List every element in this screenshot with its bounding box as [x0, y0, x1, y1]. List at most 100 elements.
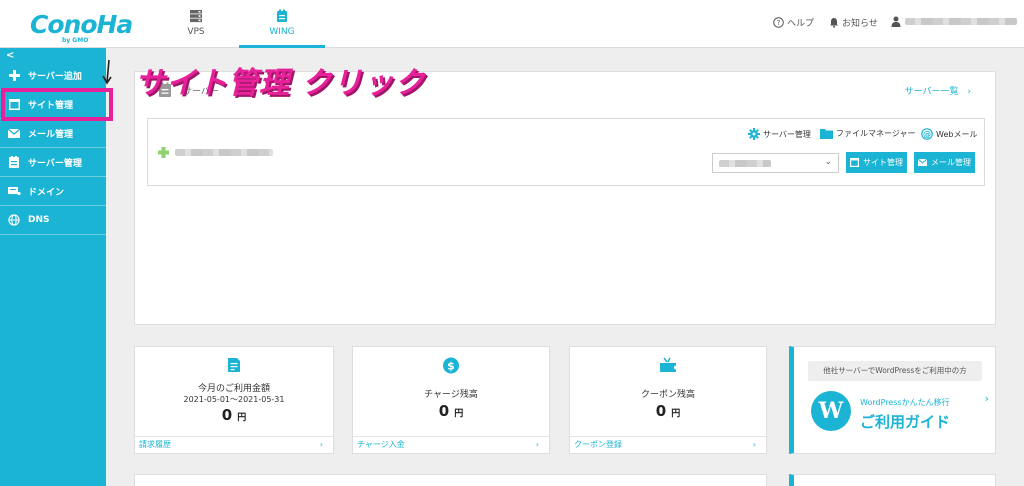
stat-link-label: クーポン登録 [574, 440, 622, 449]
coupon-balance-card: クーポン残高 0円 クーポン登録 › [569, 346, 767, 454]
domain-select[interactable]: ⌄ [712, 153, 839, 173]
sidebar-item-label: ドメイン [28, 187, 65, 198]
help-label: ヘルプ [787, 19, 815, 29]
wordpress-migration-banner[interactable]: 他社サーバーでWordPressをご利用中の方 W WordPressかんたん移… [789, 346, 996, 454]
mail-manage-button[interactable]: メール管理 [914, 152, 975, 173]
webmail-link[interactable]: @ Webメール [921, 128, 977, 140]
help-icon: ? [773, 17, 784, 28]
server-card: サーバー管理 ファイルマネージャー @ Webメール ⌄ サイト管理 メール管理 [147, 118, 985, 186]
conoha-logo[interactable]: ConoHa by GMO [30, 10, 133, 44]
site-manage-button[interactable]: サイト管理 [846, 152, 907, 173]
mail-manage-button-label: メール管理 [931, 158, 971, 167]
gear-icon [748, 128, 760, 140]
user-menu[interactable] [891, 16, 1017, 27]
coupon-icon [660, 357, 677, 372]
domain-icon [7, 187, 21, 196]
sidebar-item-label: サーバー管理 [28, 158, 82, 169]
stat-link-label: チャージ入金 [357, 440, 405, 449]
svg-text:?: ? [777, 19, 781, 27]
chevron-right-icon: › [535, 440, 539, 449]
help-link[interactable]: ? ヘルプ [773, 16, 814, 29]
stat-value-number: 0 [221, 406, 233, 424]
sidebar-item-label: メール管理 [28, 129, 74, 140]
annotation-text: サイト管理 クリック [135, 66, 426, 101]
domain-select-value-blurred [719, 160, 771, 167]
server-panel: サーバー サーバー一覧 › サーバー管理 ファイルマネージャー @ Webメール… [134, 71, 996, 325]
mail-icon [8, 128, 20, 138]
chevron-right-icon: › [319, 440, 323, 449]
dollar-coin-icon: $ [443, 357, 459, 374]
server-name[interactable] [158, 147, 273, 158]
charge-deposit-link[interactable]: チャージ入金 › [353, 436, 549, 453]
charge-balance-card: $ チャージ残高 0円 チャージ入金 › [352, 346, 550, 454]
server-list-link-label: サーバー一覧 [904, 87, 959, 97]
notice-label: お知らせ [842, 19, 878, 29]
server-icon [190, 10, 202, 23]
chevron-right-icon: › [984, 392, 989, 405]
stat-period: 2021-05-01～2021-05-31 [183, 395, 285, 404]
webmail-icon: @ [921, 128, 933, 140]
coupon-register-link[interactable]: クーポン登録 › [570, 436, 766, 453]
server-manage-icon [9, 156, 19, 168]
bottom-card-right [789, 474, 996, 486]
sidebar-item-add-server[interactable]: サーバー追加 [0, 61, 106, 90]
tab-vps[interactable]: VPS [153, 0, 239, 48]
server-manage-link-label: サーバー管理 [763, 129, 811, 139]
file-manager-link-label: ファイルマネージャー [836, 129, 916, 138]
billing-history-link[interactable]: 請求履歴 › [135, 436, 333, 453]
server-status-icon [158, 147, 169, 158]
stat-value-number: 0 [438, 402, 450, 420]
sidebar-item-domain[interactable]: ドメイン [0, 177, 106, 206]
file-manager-link[interactable]: ファイルマネージャー [820, 128, 915, 139]
usage-amount-card: 今月のご利用金額 2021-05-01～2021-05-31 0円 請求履歴 › [134, 346, 334, 454]
sidebar-item-mail-manage[interactable]: メール管理 [0, 119, 106, 148]
notice-link[interactable]: お知らせ [829, 16, 878, 29]
wp-promo-top: 他社サーバーでWordPressをご利用中の方 [808, 361, 982, 381]
window-icon [850, 158, 859, 167]
stat-value: 0円 [570, 402, 766, 420]
bell-icon [830, 18, 838, 28]
wordpress-logo-icon: W [811, 391, 851, 431]
stat-link-label: 請求履歴 [139, 440, 171, 449]
folder-icon [820, 129, 833, 139]
logo-text: ConoHa [30, 10, 133, 39]
webmail-link-label: Webメール [936, 129, 978, 139]
sidebar-item-server-manage[interactable]: サーバー管理 [0, 148, 106, 177]
chevron-down-icon: ⌄ [824, 157, 832, 167]
user-name-blurred [905, 18, 1017, 25]
stat-value: 0円 [353, 402, 549, 420]
tab-vps-label: VPS [187, 27, 205, 37]
stat-value: 0円 [135, 406, 333, 424]
wp-promo-sub: WordPressかんたん移行 [860, 398, 950, 407]
logo-sub: by GMO [62, 37, 89, 44]
server-manage-link[interactable]: サーバー管理 [748, 128, 811, 140]
stat-value-unit: 円 [237, 413, 247, 423]
chevron-right-icon: › [752, 440, 756, 449]
stat-title: チャージ残高 [424, 390, 478, 400]
server-name-blurred [175, 149, 273, 156]
stat-title: クーポン残高 [640, 390, 695, 400]
annotation-highlight-box [1, 88, 113, 121]
sidebar-item-label: サーバー追加 [28, 71, 82, 82]
sidebar-item-label: DNS [28, 215, 50, 225]
wing-icon [277, 9, 287, 22]
annotation-arrow-icon [102, 59, 112, 85]
stat-value-number: 0 [655, 402, 667, 420]
tab-wing-label: WING [269, 27, 295, 37]
tab-wing[interactable]: WING [239, 0, 325, 48]
sidebar-collapse-button[interactable]: < [6, 50, 14, 61]
globe-icon [8, 214, 20, 226]
invoice-icon [228, 358, 240, 372]
svg-text:$: $ [447, 360, 455, 373]
stat-title: 今月のご利用金額 [197, 384, 270, 394]
bottom-card-left [134, 474, 767, 486]
server-list-link[interactable]: サーバー一覧 › [905, 84, 971, 97]
svg-text:@: @ [923, 130, 931, 139]
mail-icon [918, 159, 927, 166]
user-icon [891, 16, 901, 27]
site-manage-button-label: サイト管理 [863, 158, 903, 167]
stat-value-unit: 円 [671, 409, 681, 419]
sidebar-item-dns[interactable]: DNS [0, 206, 106, 235]
wp-promo-main: ご利用ガイド [860, 413, 951, 431]
plus-icon [8, 69, 20, 81]
